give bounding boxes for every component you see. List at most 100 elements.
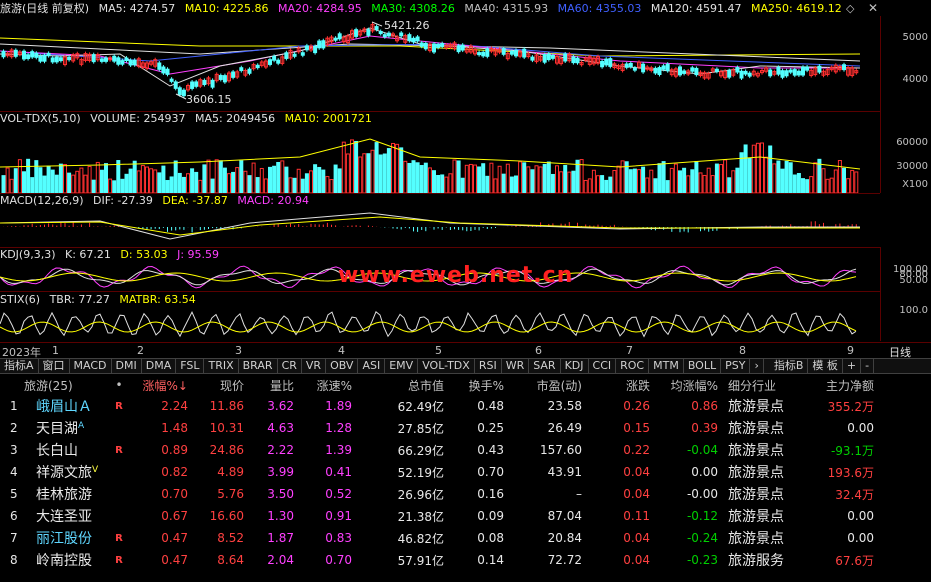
add-window-button[interactable]: + — [843, 359, 862, 373]
volume-bar — [747, 157, 752, 193]
volume-bar — [30, 177, 35, 193]
table-row[interactable]: 4 祥源文旅V 0.82 4.89 3.99 0.41 52.19亿 0.70 43.91 0.0… — [0, 461, 874, 483]
stix-title[interactable]: STIX(6) — [0, 293, 40, 306]
high-annotation: 5421.26 — [384, 19, 430, 32]
cell-change: 0.70 — [161, 487, 188, 501]
table-row[interactable]: 8 岭南控股 R 0.47 8.64 2.04 0.70 57.91亿 0.14 72.72 0.0… — [0, 549, 874, 571]
tab-vr[interactable]: VR — [302, 359, 327, 373]
tab-psy[interactable]: PSY — [721, 359, 751, 373]
cell-change: 2.24 — [161, 399, 188, 413]
tab-sar[interactable]: SAR — [529, 359, 561, 373]
row-index: 5 — [10, 487, 18, 501]
volume-bar — [259, 167, 264, 193]
candle — [542, 54, 547, 63]
stock-name-cell[interactable]: 长白山 — [22, 439, 106, 461]
tab-dma[interactable]: DMA — [142, 359, 177, 373]
stock-name-cell[interactable]: 峨眉山Ａ — [22, 395, 106, 417]
vol-title[interactable]: VOL-TDX(5,10) — [0, 112, 81, 125]
table-row[interactable]: 2 天目湖A 1.48 10.31 4.63 1.28 27.85亿 0.25 26.49 0.1… — [0, 417, 874, 439]
volume-bar — [559, 171, 564, 193]
template-button[interactable]: 模 板 — [808, 359, 843, 373]
tab-roc[interactable]: ROC — [616, 359, 650, 373]
tab-emv[interactable]: EMV — [385, 359, 419, 373]
volume-bar — [764, 156, 769, 193]
volume-bar — [538, 166, 543, 193]
col-ratio[interactable]: 量比 — [244, 375, 294, 395]
main-kline-chart[interactable]: 5421.26 3606.15 — [0, 16, 880, 112]
macd-chart[interactable] — [0, 209, 880, 247]
macd-title[interactable]: MACD(12,26,9) — [0, 194, 84, 207]
time-axis: 2023年 1 2 3 4 5 6 7 8 9 日线 — [0, 342, 931, 359]
chart-title[interactable]: 旅游(日线 前复权) — [0, 2, 89, 15]
cell-price: 11.86 — [209, 399, 244, 413]
remove-window-button[interactable]: - — [861, 359, 875, 373]
tab-cr[interactable]: CR — [278, 359, 302, 373]
candle — [1, 50, 6, 58]
candle — [132, 59, 137, 66]
col-flow[interactable]: 主力净额 — [808, 375, 874, 395]
col-updown[interactable]: 涨跌 — [582, 375, 650, 395]
tab-window[interactable]: 窗口 — [39, 359, 70, 373]
volume-bar — [723, 159, 728, 193]
stock-name-cell[interactable]: 祥源文旅V — [22, 461, 106, 483]
tab-brar[interactable]: BRAR — [239, 359, 278, 373]
table-row[interactable]: 7 丽江股份 R 0.47 8.52 1.87 0.83 46.82亿 0.08 20.84 0.0… — [0, 527, 874, 549]
tab-indicator-a[interactable]: 指标A — [0, 359, 39, 373]
tab-vol-tdx[interactable]: VOL-TDX — [418, 359, 475, 373]
tab-mtm[interactable]: MTM — [649, 359, 684, 373]
vol-ma10: MA10: 2001721 — [284, 112, 372, 125]
cell-price: 24.86 — [209, 443, 244, 457]
tab-rsi[interactable]: RSI — [475, 359, 502, 373]
tab-wr[interactable]: WR — [502, 359, 530, 373]
tab-obv[interactable]: OBV — [326, 359, 359, 373]
cell-avg: -0.12 — [686, 509, 718, 523]
col-industry[interactable]: 细分行业 — [718, 375, 808, 395]
tab-kdj[interactable]: KDJ — [561, 359, 589, 373]
stock-name-cell[interactable]: 大连圣亚 — [22, 505, 106, 527]
col-price[interactable]: 现价 — [188, 375, 244, 395]
tab-fsl[interactable]: FSL — [176, 359, 205, 373]
tab-boll[interactable]: BOLL — [684, 359, 722, 373]
row-index: 7 — [10, 531, 18, 545]
col-change[interactable]: 涨幅%↓ — [132, 375, 188, 395]
tab-cci[interactable]: CCI — [589, 359, 617, 373]
volume-bar — [194, 171, 199, 193]
table-row[interactable]: 6 大连圣亚 0.67 16.60 1.30 0.91 21.38亿 0.09 87.04 0.1… — [0, 505, 874, 527]
col-avg[interactable]: 均涨幅% — [650, 375, 718, 395]
table-row[interactable]: 1 峨眉山Ａ R 2.24 11.86 3.62 1.89 62.49亿 0.48 23.58 0.… — [0, 395, 874, 417]
candle — [694, 67, 699, 76]
stock-name-cell[interactable]: 天目湖A — [22, 417, 106, 439]
tabs-scroll-right-icon[interactable]: › — [750, 359, 764, 373]
stix-chart[interactable] — [0, 307, 880, 341]
col-name[interactable]: 旅游(25) — [22, 375, 106, 395]
tab-macd[interactable]: MACD — [70, 359, 112, 373]
volume-bar — [354, 140, 359, 193]
col-pe[interactable]: 市盈(动) — [504, 375, 582, 395]
close-icon[interactable]: ✕ — [868, 1, 878, 15]
volume-chart[interactable] — [0, 127, 880, 193]
ma250-label: MA250: 4619.12 — [751, 2, 842, 15]
stock-name: 桂林旅游 — [36, 487, 92, 503]
settings-diamond-icon[interactable]: ◇ — [846, 2, 854, 15]
cell-turnover: 0.48 — [477, 399, 504, 413]
table-row[interactable]: 3 长白山 R 0.89 24.86 2.22 1.39 66.29亿 0.43 157.60 0.… — [0, 439, 874, 461]
volume-bar — [468, 163, 473, 193]
tab-dmi[interactable]: DMI — [112, 359, 142, 373]
col-cap[interactable]: 总市值 — [352, 375, 444, 395]
cell-change: 0.47 — [161, 553, 188, 567]
cell-industry: 旅游服务 — [728, 553, 784, 569]
col-speed[interactable]: 涨速% — [294, 375, 352, 395]
tab-indicator-b[interactable]: 指标B — [770, 359, 809, 373]
col-turnover[interactable]: 换手% — [444, 375, 504, 395]
table-row[interactable]: 5 桂林旅游 0.70 5.76 3.50 0.52 26.96亿 0.16 – 0.04 -0.0… — [0, 483, 874, 505]
tab-asi[interactable]: ASI — [358, 359, 386, 373]
kdj-title[interactable]: KDJ(9,3,3) — [0, 248, 56, 261]
main-net-flow: 32.4万 — [835, 487, 874, 502]
cell-price: 5.76 — [217, 487, 244, 501]
stock-name-cell[interactable]: 丽江股份 — [22, 527, 106, 549]
candle — [440, 43, 445, 48]
stock-name-cell[interactable]: 岭南控股 — [22, 549, 106, 571]
stock-name-cell[interactable]: 桂林旅游 — [22, 483, 106, 505]
tab-trix[interactable]: TRIX — [204, 359, 239, 373]
candle — [460, 44, 465, 51]
